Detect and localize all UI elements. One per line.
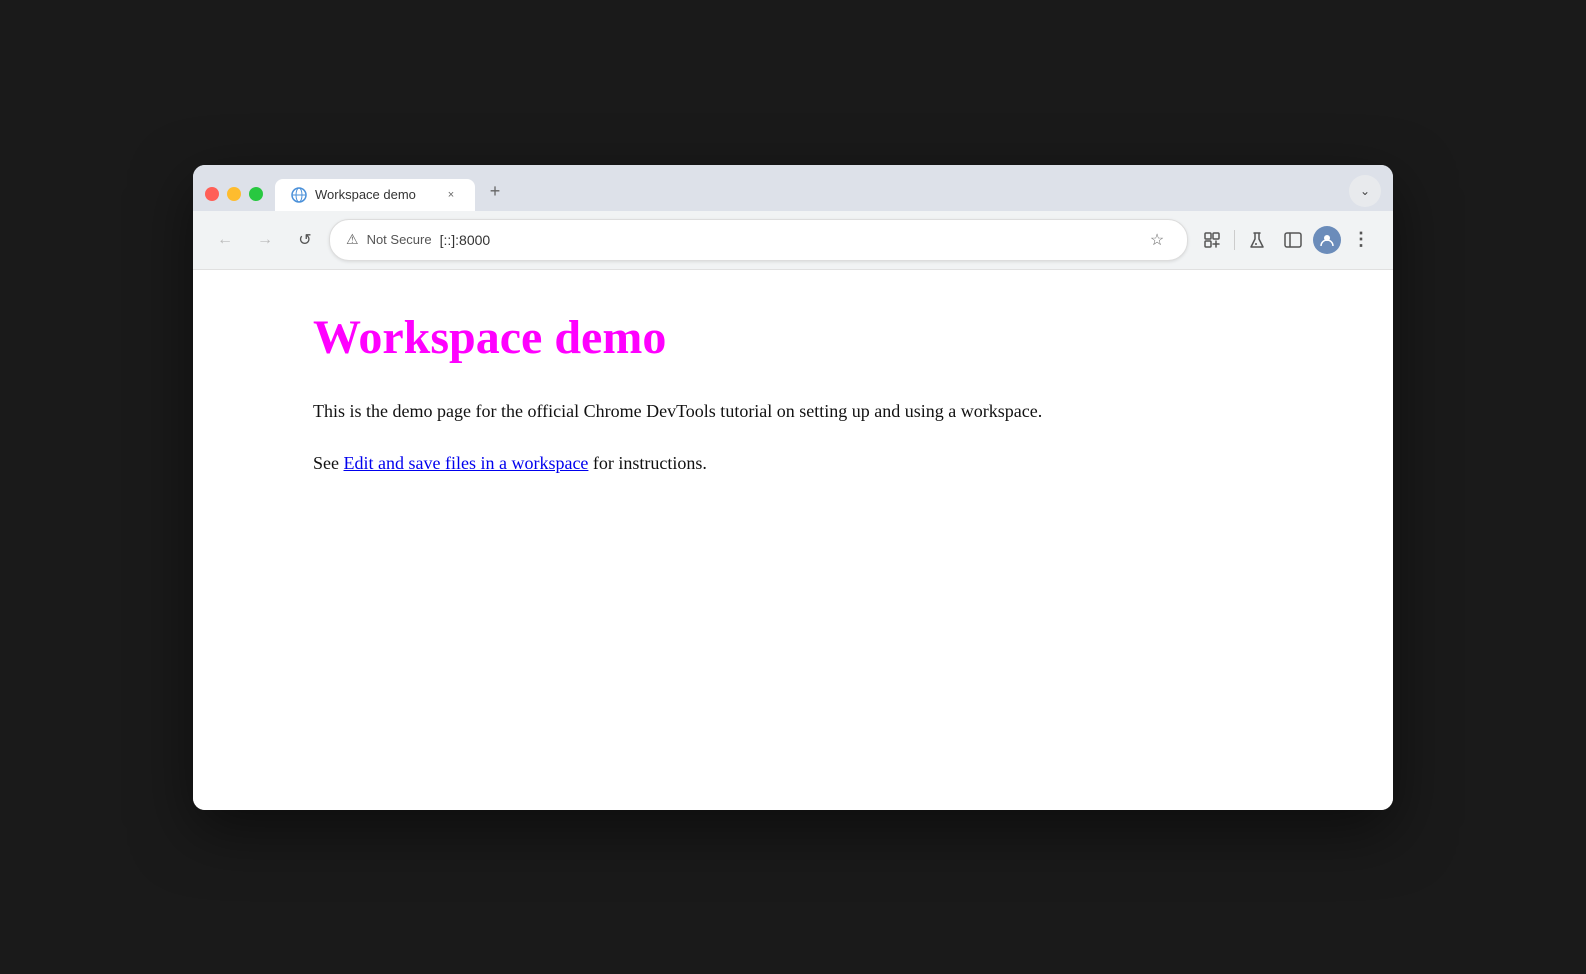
paragraph-1: This is the demo page for the official C… <box>313 397 1273 426</box>
tab-title: Workspace demo <box>315 187 435 202</box>
toolbar-icons: ⋮ <box>1196 224 1377 256</box>
address-bar[interactable]: ⚠ Not Secure [::]:8000 ☆ <box>329 219 1188 261</box>
tab-bar: Workspace demo × + ⌄ <box>193 165 1393 211</box>
tab-favicon-icon <box>291 187 307 203</box>
lab-experiments-button[interactable] <box>1241 224 1273 256</box>
sidebar-button[interactable] <box>1277 224 1309 256</box>
page-content: Workspace demo This is the demo page for… <box>193 270 1393 810</box>
new-tab-button[interactable]: + <box>479 179 511 211</box>
traffic-lights <box>205 187 263 211</box>
tab-close-button[interactable]: × <box>443 187 459 203</box>
workspace-link[interactable]: Edit and save files in a workspace <box>344 453 589 473</box>
browser-toolbar: ← → ↺ ⚠ Not Secure [::]:8000 ☆ <box>193 211 1393 270</box>
forward-button[interactable]: → <box>249 224 281 256</box>
not-secure-label: Not Secure <box>367 232 432 247</box>
more-options-button[interactable]: ⋮ <box>1345 224 1377 256</box>
page-heading: Workspace demo <box>313 310 1273 365</box>
back-button[interactable]: ← <box>209 224 241 256</box>
extensions-button[interactable] <box>1196 224 1228 256</box>
paragraph-2-suffix: for instructions. <box>588 453 707 473</box>
browser-window: Workspace demo × + ⌄ ← → ↺ ⚠ Not Secure … <box>193 165 1393 810</box>
profile-avatar-button[interactable] <box>1313 226 1341 254</box>
toolbar-divider <box>1234 230 1235 250</box>
traffic-light-yellow[interactable] <box>227 187 241 201</box>
paragraph-2-prefix: See <box>313 453 344 473</box>
tab-dropdown-button[interactable]: ⌄ <box>1349 175 1381 207</box>
security-warning-icon: ⚠ <box>346 231 359 248</box>
bookmark-star-button[interactable]: ☆ <box>1143 226 1171 254</box>
active-tab[interactable]: Workspace demo × <box>275 179 475 211</box>
traffic-light-green[interactable] <box>249 187 263 201</box>
traffic-light-red[interactable] <box>205 187 219 201</box>
paragraph-2: See Edit and save files in a workspace f… <box>313 449 1273 478</box>
url-text: [::]:8000 <box>440 232 1135 248</box>
more-options-icon: ⋮ <box>1352 229 1370 250</box>
reload-button[interactable]: ↺ <box>289 224 321 256</box>
